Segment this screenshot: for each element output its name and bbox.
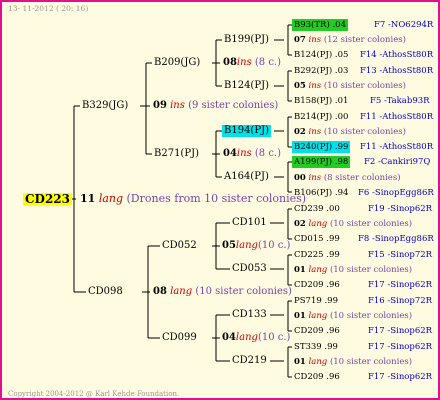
mating-b199: 07 ins (12 sister colonies) [294, 35, 406, 45]
mating-b329: 09 ins (9 sister colonies) [153, 100, 279, 111]
queen-cd099: CD099 [162, 332, 197, 343]
ref-cd239: F19 -Sinop62R [368, 204, 433, 214]
ref-cd015: F8 -SinopEgg86R [358, 234, 434, 244]
ref-st339: F17 -Sinop62R [368, 342, 433, 352]
ref-a199: F2 -Cankiri97Q [364, 157, 431, 167]
queen-b209: B209(JG) [154, 57, 201, 68]
queen-b292: B292(PJ) .03 [294, 66, 349, 76]
mating-cd133: 01 lang (10 sister colonies) [294, 311, 413, 321]
mating-cd219: 01 lang (10 sister colonies) [294, 357, 413, 367]
mating-cd052: 05lang(10 c.) [222, 240, 291, 251]
mating-b194: 02 ins (10 sister colonies) [294, 127, 406, 137]
ref-b124: F14 -AthosSt80R [360, 50, 434, 60]
ref-b292: F13 -AthosSt80R [360, 66, 434, 76]
queen-cd015: CD015 .99 [294, 234, 340, 244]
mating-a164: 00 ins (8 sister colonies) [294, 173, 401, 183]
queen-cd209-c: CD209 .96 [294, 372, 340, 382]
ref-b158: F5 -Takab93R [370, 96, 430, 106]
mating-cd101: 02 lang (10 sister colonies) [294, 219, 413, 229]
mating-cd099: 04lang(10 c.) [222, 332, 291, 343]
queen-a164: A164(PJ) [224, 171, 269, 182]
ref-b214: F11 -AthosSt80R [360, 112, 434, 122]
ref-cd209-b: F17 -Sinop62R [368, 326, 433, 336]
queen-b199: B199(PJ) [224, 34, 269, 45]
mating-b209: 08ins (8 c.) [223, 57, 282, 68]
mating-cd098: 08 lang (10 sister colonies) [153, 286, 292, 297]
ref-cd209-a: F17 -Sinop62R [368, 280, 433, 290]
queen-cd052: CD052 [162, 240, 197, 251]
queen-cd209-a: CD209 .96 [294, 280, 340, 290]
queen-cd098: CD098 [88, 286, 123, 297]
pedigree-frame: { "date": "13- 11-2012 ( 20: 16)", "copy… [0, 0, 440, 400]
queen-cd219: CD219 [232, 355, 267, 366]
ref-b93: F7 -NO6294R [374, 20, 434, 30]
queen-cd225: CD225 .99 [294, 250, 340, 260]
copyright: Copyright 2004-2012 @ Karl Kehde Foundat… [8, 390, 180, 398]
queen-b106: B106(PJ) .94 [294, 188, 349, 198]
queen-b124: B124(PJ) [224, 80, 269, 91]
queen-cd239: CD239 .00 [294, 204, 340, 214]
queen-cd133: CD133 [232, 309, 267, 320]
ref-ps719: F16 -Sinop72R [368, 296, 433, 306]
mating-b271: 04ins (8 c.) [223, 148, 282, 159]
queen-b214: B214(PJ) .00 [294, 112, 349, 122]
mating-b124: 05 ins (10 sister colonies) [294, 81, 406, 91]
queen-cd209-b: CD209 .96 [294, 326, 340, 336]
queen-b93: B93(TR) .04 [292, 19, 348, 31]
queen-cd101: CD101 [232, 217, 267, 228]
date-stamp: 13- 11-2012 ( 20: 16) [8, 4, 89, 13]
queen-b329: B329(JG) [82, 100, 129, 111]
root-mating: 11 lang (Drones from 10 sister colonies) [80, 192, 307, 205]
queen-st339: ST339 .99 [294, 342, 338, 352]
ref-cd209-c: F17 -Sinop62R [368, 372, 433, 382]
ref-b240: F11 -AthosSt80R [360, 142, 434, 152]
queen-a199: A199(PJ) .98 [292, 156, 351, 168]
root-queen-id: CD223 [23, 192, 73, 206]
queen-b240: B240(PJ) .99 [292, 141, 351, 153]
queen-ps719: PS719 .99 [294, 296, 338, 306]
queen-b124-gg: B124(PJ) .05 [294, 50, 349, 60]
ref-cd225: F15 -Sinop72R [368, 250, 433, 260]
mating-cd053: 01 lang (10 sister colonies) [294, 265, 413, 275]
ref-b106: F6 -SinopEgg86R [358, 188, 434, 198]
queen-cd053: CD053 [232, 263, 267, 274]
queen-b158: B158(PJ) .01 [294, 96, 349, 106]
queen-b271: B271(PJ) [154, 148, 199, 159]
queen-b194: B194(PJ) [222, 125, 271, 137]
